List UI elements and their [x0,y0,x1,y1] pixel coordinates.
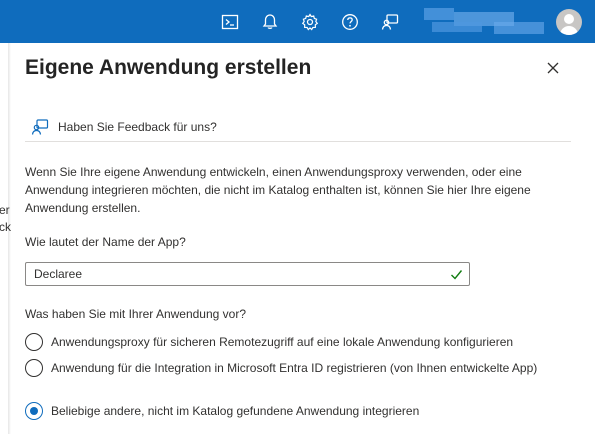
app-name-field[interactable] [25,262,470,286]
option-register-app[interactable]: Anwendung für die Integration in Microso… [25,359,570,377]
radio-non-gallery-app[interactable] [25,402,43,420]
radio-register-app[interactable] [25,359,43,377]
feedback-icon [31,119,49,135]
settings-gear-icon[interactable] [299,11,321,33]
option-app-proxy[interactable]: Anwendungsproxy für sicheren Remotezugri… [25,333,513,351]
app-name-input[interactable] [26,263,469,285]
cloud-shell-icon[interactable] [219,11,241,33]
close-icon [547,62,559,74]
bell-icon[interactable] [259,11,281,33]
close-button[interactable] [541,56,565,80]
app-name-label: Wie lautet der Name der App? [25,235,186,249]
option-non-gallery-app[interactable]: Beliebige andere, nicht im Katalog gefun… [25,402,419,420]
option-label: Anwendungsproxy für sicheren Remotezugri… [51,335,514,349]
divider [25,141,571,142]
radio-app-proxy[interactable] [25,333,43,351]
page-title: Eigene Anwendung erstellen [25,56,312,79]
feedback-label: Haben Sie Feedback für uns? [58,120,217,134]
app-purpose-label: Was haben Sie mit Ihrer Anwendung vor? [25,307,247,321]
account-info-redacted[interactable] [424,8,548,36]
avatar-body [560,26,578,35]
feedback-icon[interactable] [379,11,401,33]
background-page: er ck [0,43,11,434]
create-application-panel: Eigene Anwendung erstellen Haben Sie Fee… [11,43,595,434]
avatar[interactable] [556,9,582,35]
help-icon[interactable] [339,11,361,33]
description-text: Wenn Sie Ihre eigene Anwendung entwickel… [25,165,531,215]
top-navigation-bar [0,0,595,43]
option-label: Anwendung für die Integration in Microso… [51,361,538,375]
avatar-head [564,14,574,24]
option-label: Beliebige andere, nicht im Katalog gefun… [51,404,420,418]
checkmark-icon [451,270,463,280]
feedback-link[interactable]: Haben Sie Feedback für uns? [31,116,217,138]
